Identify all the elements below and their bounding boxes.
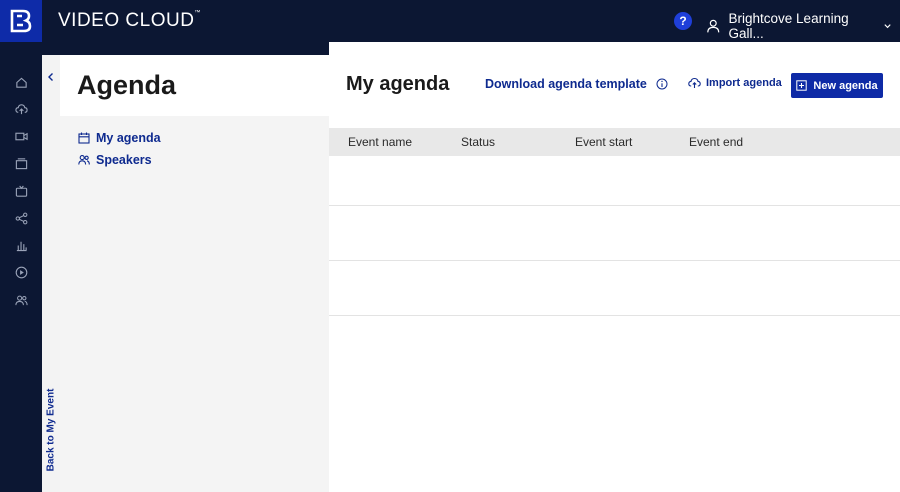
video-icon[interactable]	[13, 128, 29, 144]
tv-icon[interactable]	[13, 183, 29, 199]
app-brand: VIDEO CLOUD™	[58, 10, 201, 32]
media-icon[interactable]	[13, 155, 29, 171]
brand-name: VIDEO CLOUD	[58, 10, 195, 31]
user-icon	[707, 19, 720, 33]
new-agenda-label: New agenda	[813, 79, 878, 92]
account-name: Brightcove Learning Gall...	[728, 11, 849, 41]
users-icon[interactable]	[13, 292, 29, 308]
sidebar-title: Agenda	[77, 70, 177, 100]
download-template-label: Download agenda template	[485, 77, 647, 91]
back-panel: Back to My Event	[42, 55, 60, 492]
brightcove-logo[interactable]	[0, 0, 42, 42]
column-header-status[interactable]: Status	[461, 135, 495, 149]
table-row[interactable]	[329, 261, 900, 316]
plus-square-icon	[796, 80, 808, 91]
main-panel: My agenda Download agenda template Impor…	[329, 42, 900, 492]
help-button[interactable]: ?	[674, 12, 692, 30]
account-menu[interactable]: Brightcove Learning Gall...	[706, 11, 900, 41]
play-icon[interactable]	[13, 264, 29, 280]
sidebar-item-my-agenda[interactable]: My agenda	[78, 131, 161, 145]
new-agenda-button[interactable]: New agenda	[791, 73, 883, 98]
table-row[interactable]	[329, 156, 900, 206]
sidebar-item-label: My agenda	[96, 131, 161, 145]
column-header-event-end[interactable]: Event end	[689, 135, 743, 149]
calendar-icon	[78, 132, 90, 144]
brightcove-logo-icon	[10, 9, 32, 33]
cloud-upload-icon	[688, 77, 701, 88]
agenda-table-header: Event name Status Event start Event end	[329, 128, 900, 156]
chevron-left-icon[interactable]	[46, 71, 56, 83]
back-to-event-label: Back to My Event	[45, 388, 57, 472]
top-bar: VIDEO CLOUD™ ? Brightcove Learning Gall.…	[0, 0, 900, 42]
info-icon[interactable]	[656, 78, 668, 90]
home-icon[interactable]	[13, 74, 29, 90]
table-row[interactable]	[329, 206, 900, 261]
people-icon	[78, 155, 90, 165]
analytics-icon[interactable]	[13, 237, 29, 253]
import-agenda-button[interactable]: Import agenda	[688, 77, 782, 89]
brand-trademark: ™	[194, 10, 201, 16]
left-rail	[0, 42, 42, 492]
import-agenda-label: Import agenda	[706, 77, 782, 89]
upload-icon[interactable]	[13, 101, 29, 117]
column-header-event-start[interactable]: Event start	[575, 135, 632, 149]
sidebar-item-speakers[interactable]: Speakers	[78, 153, 152, 167]
sidebar-header: Agenda	[60, 55, 329, 116]
column-header-event-name[interactable]: Event name	[348, 135, 412, 149]
share-icon[interactable]	[13, 210, 29, 226]
download-template-link[interactable]: Download agenda template	[485, 77, 668, 91]
chevron-down-icon	[884, 24, 891, 29]
agenda-sidebar: Agenda My agenda Speakers	[60, 55, 329, 492]
back-to-event-link[interactable]: Back to My Event	[42, 388, 60, 472]
page-title: My agenda	[346, 73, 450, 95]
sidebar-item-label: Speakers	[96, 153, 152, 167]
